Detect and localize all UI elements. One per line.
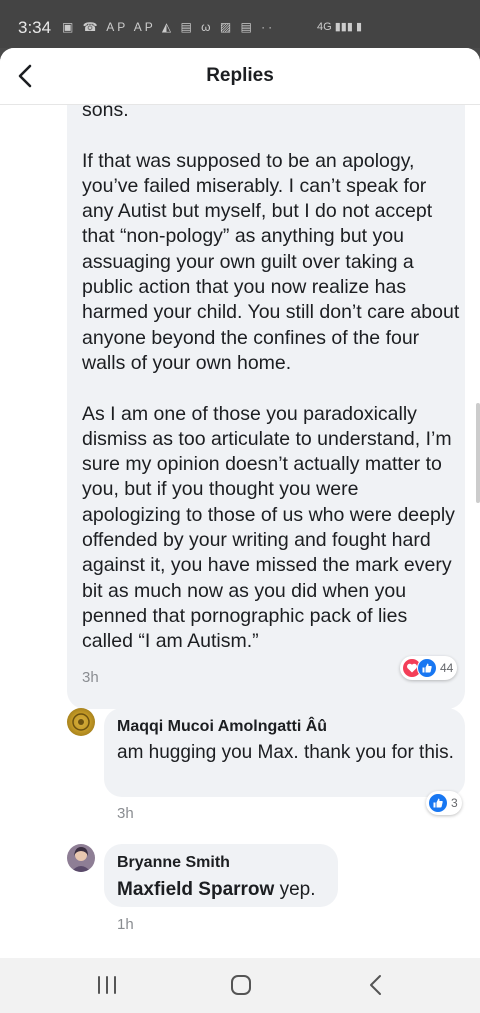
reply-time[interactable]: 1h [117,916,134,933]
reply-author[interactable]: Bryanne Smith [117,854,230,872]
reaction-count: 3 [451,796,458,810]
avatar-image [71,847,91,872]
back-icon [370,975,381,995]
comment-text: sons. If that was supposed to be an apol… [82,98,462,655]
reply-text-body: yep. [274,879,316,900]
notification-icons: ▣ ☎ AP AP ◭ ▤ ω ▨ ▤ ·· [62,20,276,34]
recent-apps-button[interactable] [92,972,122,998]
back-nav-button[interactable] [361,972,391,998]
avatar-image [72,713,90,731]
comment-time[interactable]: 3h [82,669,99,686]
mention-link[interactable]: Maxfield Sparrow [117,879,274,900]
page-title: Replies [206,65,274,86]
status-time: 3:34 [18,18,52,37]
reply-author[interactable]: Maqqi Mucoi Amolngatti Âû [117,718,327,736]
scrollbar[interactable] [476,403,480,503]
avatar[interactable] [67,708,95,736]
reaction-summary[interactable]: 3 [426,791,462,815]
reply-text: Maxfield Sparrow yep. [117,877,332,902]
recent-apps-icon [98,976,116,994]
comment-paragraph: If that was supposed to be an apology, y… [82,149,460,374]
reply-text: am hugging you Max. thank you for this. [117,742,454,763]
comment-paragraph: As I am one of those you paradoxically d… [82,402,455,653]
status-bar: 3:34 ▣ ☎ AP AP ◭ ▤ ω ▨ ▤ ·· 4G ▮▮▮ ▮ [0,0,480,48]
reaction-count: 44 [440,661,454,675]
home-icon [231,975,251,995]
avatar[interactable] [67,844,95,872]
replies-header: Replies [0,48,480,105]
reaction-summary[interactable]: 44 [400,656,458,680]
like-icon [428,793,448,813]
system-nav-bar [0,958,480,1013]
like-icon [417,658,437,678]
reply-time[interactable]: 3h [117,805,134,822]
replies-sheet: Replies sons. If that was supposed to be… [0,48,480,958]
signal-battery-icons: 4G ▮▮▮ ▮ [317,21,362,33]
home-button[interactable] [226,972,256,998]
